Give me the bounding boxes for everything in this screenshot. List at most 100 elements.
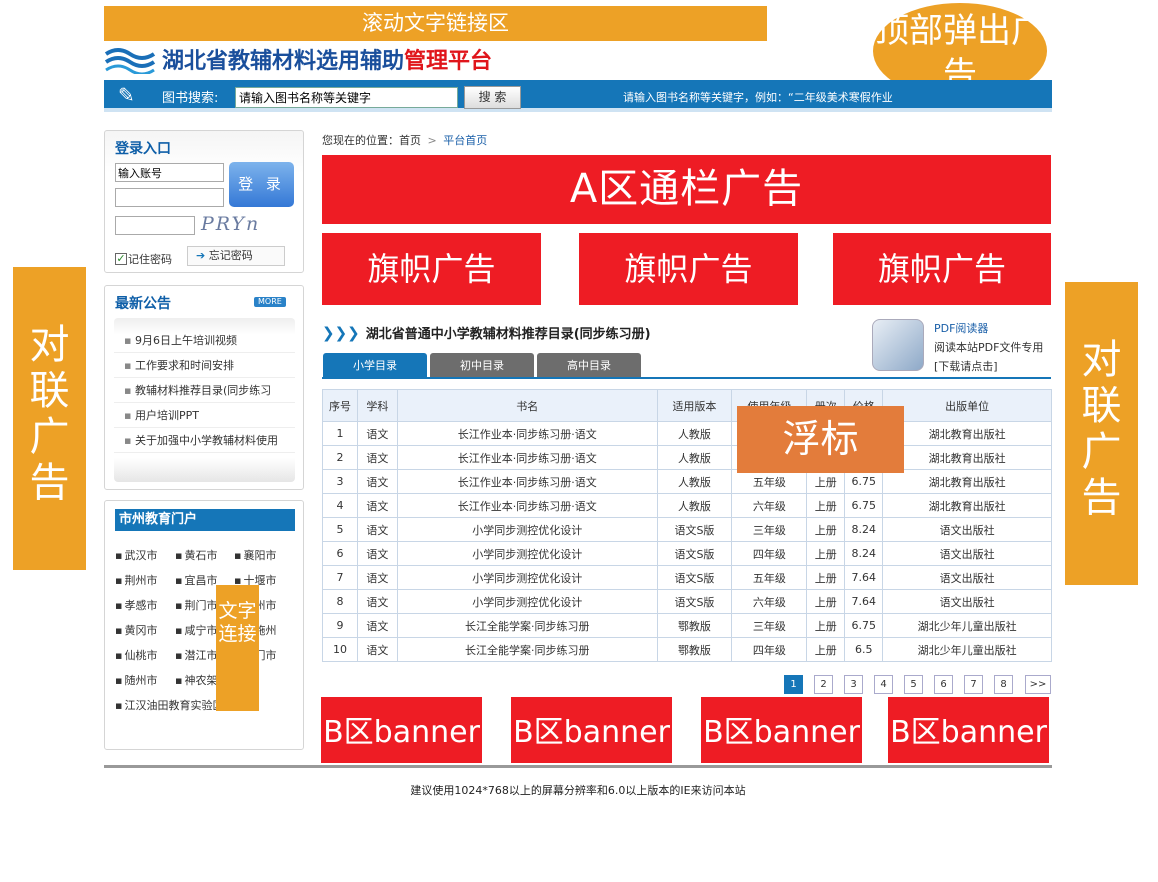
couplet-ad-right[interactable]: 对联广告 <box>1065 282 1138 585</box>
table-cell: 上册 <box>806 493 846 518</box>
password-input[interactable] <box>115 188 224 207</box>
forgot-password-link[interactable]: ➔ 忘记密码 <box>187 246 285 266</box>
table-cell[interactable]: 长江作业本·同步练习册·语文 <box>396 493 658 518</box>
couplet-ad-left[interactable]: 对联广告 <box>13 267 86 570</box>
b-zone-banner-1[interactable]: B区banner <box>321 697 482 763</box>
floating-ad[interactable]: 浮标 <box>737 406 904 473</box>
city-link[interactable]: 江汉油田教育实验区 <box>115 695 223 717</box>
city-link[interactable]: 襄阳市 <box>234 545 276 567</box>
city-link[interactable]: 宜昌市 <box>175 570 217 592</box>
table-cell[interactable]: 长江作业本·同步练习册·语文 <box>396 445 658 470</box>
remember-password[interactable]: ✓ 记住密码 <box>115 251 172 267</box>
table-cell[interactable]: 小学同步测控优化设计 <box>396 565 658 590</box>
tab-primary[interactable]: 小学目录 <box>323 353 427 378</box>
table-cell: 语文 <box>356 637 398 662</box>
table-cell: 语文出版社 <box>882 517 1052 542</box>
flag-ad-1[interactable]: 旗帜广告 <box>322 233 541 305</box>
captcha-image[interactable]: PRYn <box>201 213 287 237</box>
search-button[interactable]: 搜 索 <box>464 86 521 109</box>
table-cell: 语文S版 <box>656 565 733 590</box>
site-logo[interactable]: 湖北省教辅材料选用辅助 管理平台 <box>104 41 492 77</box>
table-cell: 上册 <box>806 517 846 542</box>
table-cell: 语文 <box>356 421 398 446</box>
city-link[interactable]: 潜江市 <box>175 645 217 667</box>
notice-item[interactable]: 用户培训PPT <box>114 403 295 428</box>
table-row[interactable]: 10 语文 长江全能学案·同步练习册 鄂教版 四年级 上册 6.5 湖北少年儿童出版社 <box>322 637 1052 662</box>
table-row[interactable]: 9 语文 长江全能学案·同步练习册 鄂教版 三年级 上册 6.75 湖北少年儿童出版社 <box>322 613 1052 638</box>
pdf-reader-name[interactable]: PDF阅读器 <box>934 320 988 336</box>
b-zone-banner-3[interactable]: B区banner <box>701 697 862 763</box>
search-tip: 请输入图书名称等关键字，例如：“二年级美术寒假作业 <box>623 91 893 104</box>
city-link[interactable]: 咸宁市 <box>175 620 217 642</box>
table-cell: 上册 <box>806 637 846 662</box>
table-row[interactable]: 2语文长江作业本·同步练习册·语文人教版四年级上册6.75湖北教育出版社 <box>322 445 1052 470</box>
table-row[interactable]: 5 语文 小学同步测控优化设计 语文S版 三年级 上册 8.24 语文出版社 <box>322 517 1052 542</box>
pdf-reader-box[interactable]: PDF阅读器 阅读本站PDF文件专用 [下载请点击] <box>870 316 1052 378</box>
table-cell: 语文 <box>356 565 398 590</box>
notice-item[interactable]: 关于加强中小学教辅材料使用 <box>114 428 295 453</box>
table-cell: 鄂教版 <box>656 613 733 638</box>
account-input[interactable] <box>115 163 224 182</box>
tab-high[interactable]: 高中目录 <box>537 353 641 378</box>
city-link[interactable]: 仙桃市 <box>115 645 157 667</box>
table-cell: 五年级 <box>731 469 808 494</box>
city-link[interactable]: 荆门市 <box>175 595 217 617</box>
flag-ad-2[interactable]: 旗帜广告 <box>579 233 798 305</box>
table-cell[interactable]: 长江作业本·同步练习册·语文 <box>396 469 658 494</box>
a-zone-banner-ad[interactable]: A区通栏广告 <box>322 155 1051 224</box>
table-cell[interactable]: 小学同步测控优化设计 <box>396 589 658 614</box>
checkbox-checked-icon[interactable]: ✓ <box>115 253 127 265</box>
table-cell: 10 <box>322 637 358 662</box>
page-number[interactable]: 1 <box>784 675 803 694</box>
page-number[interactable]: 6 <box>934 675 953 694</box>
notice-item[interactable]: 9月6日上午培训视频 <box>114 328 295 353</box>
scroll-text-link-area[interactable]: 滚动文字链接区 <box>104 6 767 41</box>
table-cell[interactable]: 长江作业本·同步练习册·语文 <box>396 421 658 446</box>
search-input[interactable] <box>235 87 458 108</box>
table-cell: 6.5 <box>844 637 884 662</box>
notice-item[interactable]: 工作要求和时间安排 <box>114 353 295 378</box>
table-cell: 湖北教育出版社 <box>882 421 1052 446</box>
breadcrumb-current[interactable]: 平台首页 <box>443 134 487 147</box>
pdf-reader-icon <box>872 319 924 371</box>
city-link[interactable]: 荆州市 <box>115 570 157 592</box>
table-row[interactable]: 4 语文 长江作业本·同步练习册·语文 人教版 六年级 上册 6.75 湖北教育出版社 <box>322 493 1052 518</box>
table-row[interactable]: 1语文长江作业本·同步练习册·语文人教版三年级上册6.75湖北教育出版社 <box>322 421 1052 446</box>
page-number[interactable]: 2 <box>814 675 833 694</box>
table-row[interactable]: 8 语文 小学同步测控优化设计 语文S版 六年级 上册 7.64 语文出版社 <box>322 589 1052 614</box>
table-row[interactable]: 3 语文 长江作业本·同步练习册·语文 人教版 五年级 上册 6.75 湖北教育出版社 <box>322 469 1052 494</box>
page-number[interactable]: 8 <box>994 675 1013 694</box>
flag-ad-3[interactable]: 旗帜广告 <box>833 233 1051 305</box>
breadcrumb-home[interactable]: 首页 <box>399 134 421 147</box>
table-row[interactable]: 7 语文 小学同步测控优化设计 语文S版 五年级 上册 7.64 语文出版社 <box>322 565 1052 590</box>
city-link[interactable]: 武汉市 <box>115 545 157 567</box>
city-link[interactable]: 随州市 <box>115 670 157 692</box>
city-link[interactable]: 黄石市 <box>175 545 217 567</box>
b-zone-banner-4[interactable]: B区banner <box>888 697 1049 763</box>
more-link[interactable]: MORE <box>254 297 286 307</box>
table-cell[interactable]: 长江全能学案·同步练习册 <box>396 637 658 662</box>
table-cell[interactable]: 小学同步测控优化设计 <box>396 517 658 542</box>
footer-text: 建议使用1024*768以上的屏幕分辨率和6.0以上版本的IE来访问本站 <box>410 784 746 797</box>
page-number[interactable]: 4 <box>874 675 893 694</box>
pdf-download-link[interactable]: [下载请点击] <box>934 358 998 374</box>
table-row[interactable]: 6 语文 小学同步测控优化设计 语文S版 四年级 上册 8.24 语文出版社 <box>322 541 1052 566</box>
tab-middle[interactable]: 初中目录 <box>430 353 534 378</box>
notice-item[interactable]: 教辅材料推荐目录(同步练习 <box>114 378 295 403</box>
table-cell[interactable]: 小学同步测控优化设计 <box>396 541 658 566</box>
captcha-input[interactable] <box>115 216 195 235</box>
table-cell: 上册 <box>806 589 846 614</box>
city-link[interactable]: 黄冈市 <box>115 620 157 642</box>
page-number[interactable]: 3 <box>844 675 863 694</box>
city-link[interactable]: 神农架 <box>175 670 217 692</box>
login-button[interactable]: 登 录 <box>229 162 294 207</box>
city-link[interactable]: 孝感市 <box>115 595 157 617</box>
page-number[interactable]: 5 <box>904 675 923 694</box>
table-cell: 2 <box>322 445 358 470</box>
next-page-button[interactable]: >> <box>1025 675 1051 694</box>
table-cell[interactable]: 长江全能学案·同步练习册 <box>396 613 658 638</box>
table-cell: 上册 <box>806 613 846 638</box>
text-link-ad[interactable]: 文字连接 <box>216 585 259 711</box>
b-zone-banner-2[interactable]: B区banner <box>511 697 672 763</box>
page-number[interactable]: 7 <box>964 675 983 694</box>
